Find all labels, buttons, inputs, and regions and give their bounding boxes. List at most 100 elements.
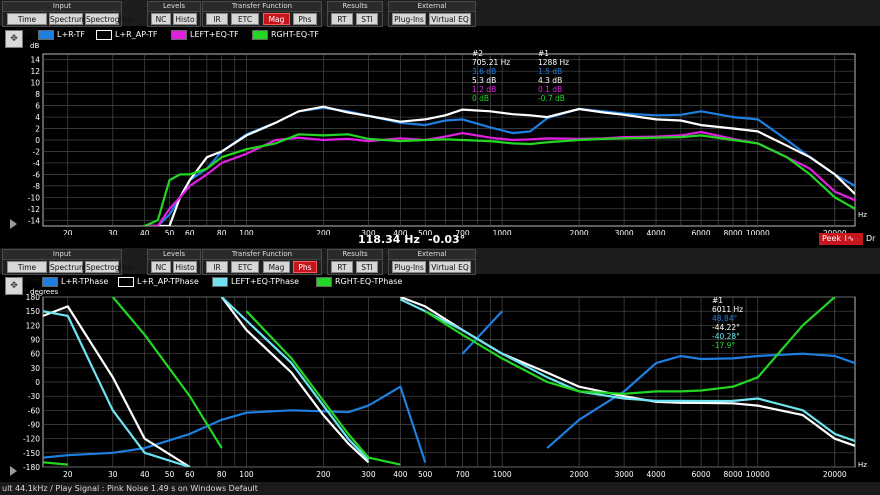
sti-button[interactable]: STI [356, 13, 378, 25]
group-title: Levels [148, 2, 200, 12]
magnitude-chart[interactable]: 14121086420-2-4-6-8-10-12-1420 30 40 50 60 80… [0, 40, 880, 235]
results-group: Results RT STI [327, 249, 383, 275]
y-tick-label: -12 [28, 205, 40, 214]
swatch-icon [38, 29, 54, 40]
legend-label: L+R-TPhase [61, 277, 109, 286]
legend-label: RGHT-EQ-TF [271, 30, 320, 39]
transfer-function-group: Transfer Function IR ETC Mag Phs [202, 1, 322, 27]
y-tick-label: 12 [30, 67, 40, 76]
y-tick-label: 4 [35, 113, 40, 122]
ir-button[interactable]: IR [206, 13, 228, 25]
spectrum-button[interactable]: Spectrum [49, 13, 86, 25]
group-title: Results [328, 2, 382, 12]
y-tick-label: 180 [26, 293, 41, 302]
x-tick-label: 8000 [723, 229, 742, 235]
rt-button[interactable]: RT [331, 13, 353, 25]
x-tick-label: 20 [63, 470, 73, 479]
legend-label: LEFT+EQ-TF [190, 30, 239, 39]
swatch-icon [252, 29, 268, 40]
phs-button[interactable]: Phs [293, 13, 317, 25]
x-tick-label: 60 [185, 229, 195, 235]
x-tick-label: 30 [108, 229, 118, 235]
histo-button[interactable]: Histo [173, 261, 197, 273]
plug-ins-button[interactable]: Plug-Ins [392, 261, 426, 273]
group-title: External [389, 2, 475, 12]
x-tick-label: 50 [165, 470, 175, 479]
legend-label: L+R_AP-TPhase [137, 277, 199, 286]
histo-button[interactable]: Histo [173, 13, 197, 25]
x-tick-label: 6000 [692, 470, 711, 479]
x-tick-label: 400 [393, 470, 408, 479]
cursor-2-readout: #2 705.21 Hz 3.6 dB 5.3 dB 1.2 dB 0 dB [472, 49, 510, 103]
cursor-value: 5.3 dB [472, 76, 497, 85]
virtual-eq-button[interactable]: Virtual EQ [429, 261, 471, 273]
phs-button[interactable]: Phs [293, 261, 317, 273]
bottom-toolbar: Input Time Signal Spectrum Spectrogram L… [0, 248, 880, 284]
y-tick-label: -6 [33, 170, 41, 179]
spectrogram-button[interactable]: Spectrogram [85, 13, 134, 25]
y-tick-label: 0 [35, 378, 40, 387]
x-tick-label: 4000 [647, 229, 666, 235]
nc-button[interactable]: NC [151, 261, 171, 273]
swatch-icon [118, 276, 134, 287]
truncated-label: Dr [866, 234, 876, 243]
spectrum-button[interactable]: Spectrum [49, 261, 86, 273]
top-toolbar: Input Time Signal Spectrum Spectrogram L… [0, 0, 880, 36]
y-tick-label: 30 [30, 364, 40, 373]
y-tick-label: -150 [23, 449, 40, 458]
x-tick-label: 20000 [823, 470, 847, 479]
y-tick-label: 0 [35, 136, 40, 145]
cursor-label: #2 [472, 49, 484, 58]
mag-button[interactable]: Mag [263, 13, 290, 25]
y-tick-label: 10 [30, 79, 40, 88]
y-tick-label: 60 [30, 350, 40, 359]
etc-button[interactable]: ETC [231, 261, 259, 273]
peek-icon: ⌇∿ [843, 234, 855, 243]
legend-label: LEFT+EQ-TPhase [231, 277, 300, 286]
nc-button[interactable]: NC [151, 13, 171, 25]
cursor-value: 1.5 dB [538, 67, 563, 76]
group-title: Input [3, 250, 121, 260]
time-signal-button[interactable]: Time Signal [7, 13, 47, 36]
virtual-eq-button[interactable]: Virtual EQ [429, 13, 471, 25]
cursor-value: 0.1 dB [538, 85, 563, 94]
x-tick-label: 100 [239, 470, 254, 479]
cursor-value: -0.7 dB [538, 94, 565, 103]
cursor-1-readout: #1 1288 Hz 1.5 dB 4.3 dB 0.1 dB -0.7 dB [538, 49, 569, 103]
rt-button[interactable]: RT [331, 261, 353, 273]
external-group: External Plug-Ins Virtual EQ [388, 1, 476, 27]
play-icon[interactable] [10, 466, 17, 476]
peek-button[interactable]: Peek ⌇∿ [819, 233, 863, 245]
x-tick-label: 40 [140, 229, 150, 235]
peek-label: Peek [822, 234, 842, 243]
cursor-value: -40.28° [712, 332, 740, 341]
x-tick-label: 300 [361, 470, 376, 479]
time-signal-button[interactable]: Time Signal [7, 261, 47, 284]
phase-chart[interactable]: 1801501209060300-30-60-90-120-150-18020 3… [0, 287, 880, 482]
x-tick-label: 8000 [723, 470, 742, 479]
play-icon[interactable] [10, 219, 17, 229]
y-tick-label: -180 [23, 463, 40, 472]
x-tick-label: 2000 [570, 229, 589, 235]
x-tick-label: 80 [217, 229, 227, 235]
cursor-freq: 1288 Hz [538, 58, 570, 67]
cursor-value: 1.2 dB [472, 85, 497, 94]
legend-label: L+R_AP-TF [115, 30, 158, 39]
x-tick-label: 4000 [647, 470, 666, 479]
x-tick-label: 20 [63, 229, 73, 235]
cursor-value: 48.84° [712, 314, 738, 323]
levels-group: Levels NC Histo [147, 1, 201, 27]
results-group: Results RT STI [327, 1, 383, 27]
y-tick-label: -4 [33, 159, 41, 168]
x-unit: Hz [858, 211, 867, 219]
sti-button[interactable]: STI [356, 261, 378, 273]
x-tick-label: 200 [316, 229, 331, 235]
spectrogram-button[interactable]: Spectrogram [85, 261, 134, 273]
etc-button[interactable]: ETC [231, 13, 259, 25]
cursor-freq-readout: 118.34 Hz [358, 233, 420, 246]
ir-button[interactable]: IR [206, 261, 228, 273]
cursor-value: -44.22° [712, 323, 740, 332]
mag-button[interactable]: Mag [263, 261, 290, 273]
group-title: Transfer Function [203, 250, 321, 260]
plug-ins-button[interactable]: Plug-Ins [392, 13, 426, 25]
